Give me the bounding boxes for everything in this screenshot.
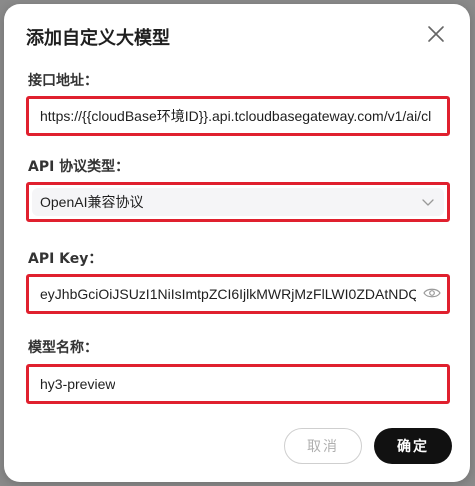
model-name-highlight: hy3-preview xyxy=(26,364,450,404)
dialog-title: 添加自定义大模型 xyxy=(26,28,170,49)
protocol-value: OpenAI兼容协议 xyxy=(40,194,144,210)
model-name-input[interactable]: hy3-preview xyxy=(32,370,444,398)
api-key-label: API Key： xyxy=(28,251,103,267)
protocol-label: API 协议类型： xyxy=(28,159,130,175)
api-key-value: eyJhbGciOiJSUzI1NiIsImtpZCI6IjlkMWRjMzFl… xyxy=(40,286,416,302)
protocol-highlight: OpenAI兼容协议 xyxy=(26,182,450,222)
endpoint-input[interactable]: https://{{cloudBase环境ID}}.api.tcloudbase… xyxy=(32,102,444,130)
endpoint-highlight: https://{{cloudBase环境ID}}.api.tcloudbase… xyxy=(26,96,450,136)
protocol-select[interactable]: OpenAI兼容协议 xyxy=(32,188,444,216)
close-icon[interactable] xyxy=(424,22,448,46)
model-name-value: hy3-preview xyxy=(40,376,116,392)
eye-icon[interactable] xyxy=(423,286,441,300)
endpoint-value: https://{{cloudBase环境ID}}.api.tcloudbase… xyxy=(40,108,432,124)
api-key-input[interactable]: eyJhbGciOiJSUzI1NiIsImtpZCI6IjlkMWRjMzFl… xyxy=(32,280,444,308)
api-key-highlight: eyJhbGciOiJSUzI1NiIsImtpZCI6IjlkMWRjMzFl… xyxy=(26,274,450,314)
confirm-button[interactable]: 确定 xyxy=(374,428,452,464)
chevron-down-icon xyxy=(422,194,434,210)
endpoint-label: 接口地址： xyxy=(28,73,98,89)
add-custom-model-dialog: 添加自定义大模型 接口地址： https://{{cloudBase环境ID}}… xyxy=(4,4,470,482)
cancel-button[interactable]: 取消 xyxy=(284,428,362,464)
model-name-label: 模型名称： xyxy=(28,340,98,356)
